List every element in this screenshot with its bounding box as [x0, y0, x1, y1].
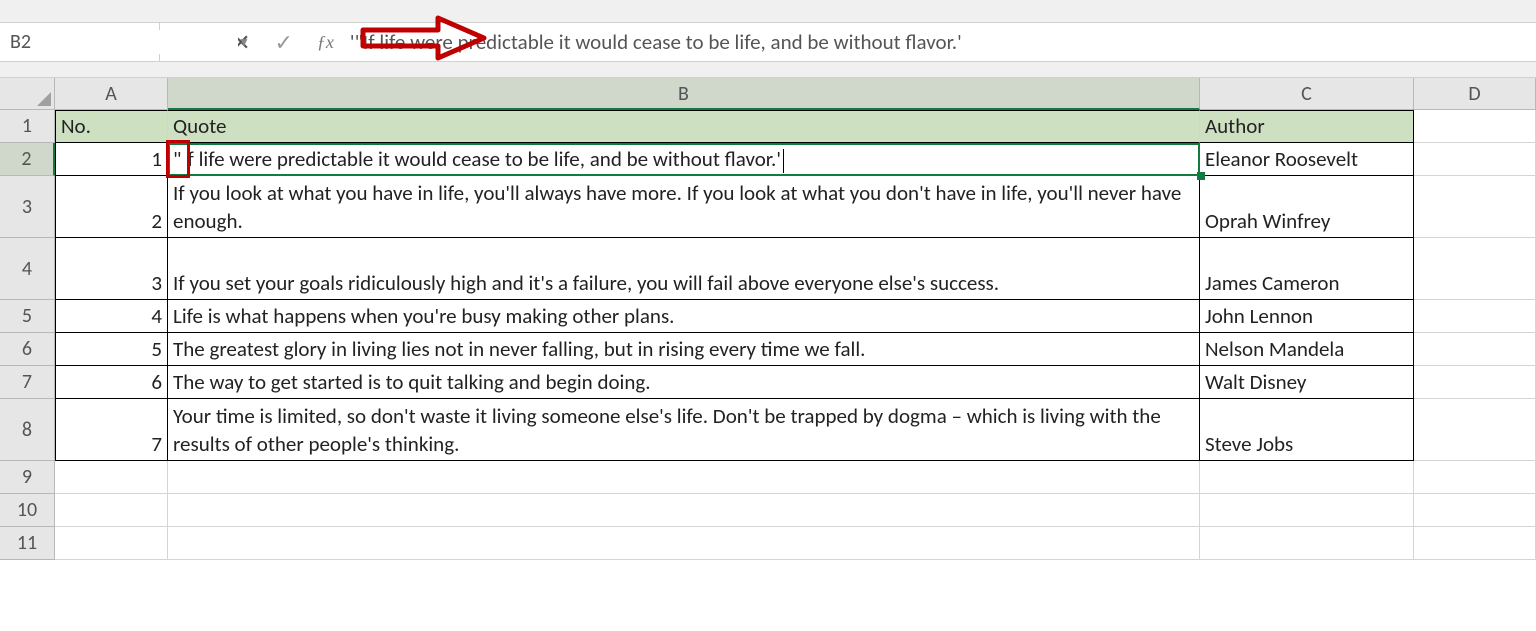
cell-B9[interactable]: [168, 461, 1200, 494]
cell-A2[interactable]: 1: [55, 143, 168, 176]
row-header[interactable]: 2: [0, 143, 55, 176]
cell-C6[interactable]: Nelson Mandela: [1200, 333, 1414, 366]
cell-C4[interactable]: James Cameron: [1200, 238, 1414, 300]
cell-A4[interactable]: 3: [55, 238, 168, 300]
name-box[interactable]: ▼: [0, 23, 160, 61]
cell-B5[interactable]: Life is what happens when you're busy ma…: [168, 300, 1200, 333]
row-header[interactable]: 5: [0, 300, 55, 333]
cell-B1[interactable]: Quote: [168, 110, 1200, 143]
name-box-input[interactable]: [0, 30, 238, 54]
cell-D3[interactable]: [1414, 176, 1536, 238]
cell-C10[interactable]: [1200, 494, 1414, 527]
cell-D5[interactable]: [1414, 300, 1536, 333]
cell-A7[interactable]: 6: [55, 366, 168, 399]
row-header[interactable]: 8: [0, 399, 55, 461]
cell-D6[interactable]: [1414, 333, 1536, 366]
cell-D9[interactable]: [1414, 461, 1536, 494]
cell-B3[interactable]: If you look at what you have in life, yo…: [168, 176, 1200, 238]
row-header[interactable]: 10: [0, 494, 55, 527]
select-all-corner[interactable]: [0, 78, 55, 110]
formula-bar-input[interactable]: '"If life were predictable it would ceas…: [344, 29, 1536, 55]
row-header[interactable]: 11: [0, 527, 55, 560]
cell-C11[interactable]: [1200, 527, 1414, 560]
row-header[interactable]: 6: [0, 333, 55, 366]
cell-D2[interactable]: [1414, 143, 1536, 176]
fx-icon[interactable]: ƒx: [317, 32, 334, 53]
quote-text: f life were predictable it would cease t…: [187, 145, 781, 173]
cell-B6[interactable]: The greatest glory in living lies not in…: [168, 333, 1200, 366]
text-caret-icon: [783, 149, 784, 173]
cell-C5[interactable]: John Lennon: [1200, 300, 1414, 333]
cell-A9[interactable]: [55, 461, 168, 494]
cell-B2[interactable]: "f life were predictable it would cease …: [168, 143, 1200, 176]
cell-D10[interactable]: [1414, 494, 1536, 527]
cell-A11[interactable]: [55, 527, 168, 560]
row-header[interactable]: 4: [0, 238, 55, 300]
quote-lead-quote: ": [173, 145, 181, 173]
enter-icon[interactable]: ✓: [274, 29, 292, 56]
row-header[interactable]: 1: [0, 110, 55, 143]
cell-C1[interactable]: Author: [1200, 110, 1414, 143]
row-header[interactable]: 7: [0, 366, 55, 399]
cell-C7[interactable]: Walt Disney: [1200, 366, 1414, 399]
cell-C3[interactable]: Oprah Winfrey: [1200, 176, 1414, 238]
cell-B4[interactable]: If you set your goals ridiculously high …: [168, 238, 1200, 300]
cell-D8[interactable]: [1414, 399, 1536, 461]
column-header-C[interactable]: C: [1200, 78, 1414, 110]
cell-C9[interactable]: [1200, 461, 1414, 494]
column-header-B[interactable]: B: [168, 78, 1200, 110]
cell-A8[interactable]: 7: [55, 399, 168, 461]
cell-B10[interactable]: [168, 494, 1200, 527]
cell-B8[interactable]: Your time is limited, so don't waste it …: [168, 399, 1200, 461]
cell-A3[interactable]: 2: [55, 176, 168, 238]
cell-C2[interactable]: Eleanor Roosevelt: [1200, 143, 1414, 176]
formula-bar-area: ▼ ⋮ ✕ ✓ ƒx '"If life were predictable it…: [0, 0, 1536, 78]
cell-A1[interactable]: No.: [55, 110, 168, 143]
cell-D1[interactable]: [1414, 110, 1536, 143]
chevron-down-icon[interactable]: ▼: [238, 23, 250, 61]
cell-A10[interactable]: [55, 494, 168, 527]
cell-A5[interactable]: 4: [55, 300, 168, 333]
cell-C8[interactable]: Steve Jobs: [1200, 399, 1414, 461]
cell-A6[interactable]: 5: [55, 333, 168, 366]
cell-D7[interactable]: [1414, 366, 1536, 399]
row-header[interactable]: 3: [0, 176, 55, 238]
spreadsheet-grid[interactable]: A B C D 1 No. Quote Author 2 1 "f life w…: [0, 78, 1536, 560]
row-header[interactable]: 9: [0, 461, 55, 494]
column-header-A[interactable]: A: [55, 78, 168, 110]
cell-D4[interactable]: [1414, 238, 1536, 300]
column-header-D[interactable]: D: [1414, 78, 1536, 110]
cell-B7[interactable]: The way to get started is to quit talkin…: [168, 366, 1200, 399]
cell-B11[interactable]: [168, 527, 1200, 560]
cell-D11[interactable]: [1414, 527, 1536, 560]
